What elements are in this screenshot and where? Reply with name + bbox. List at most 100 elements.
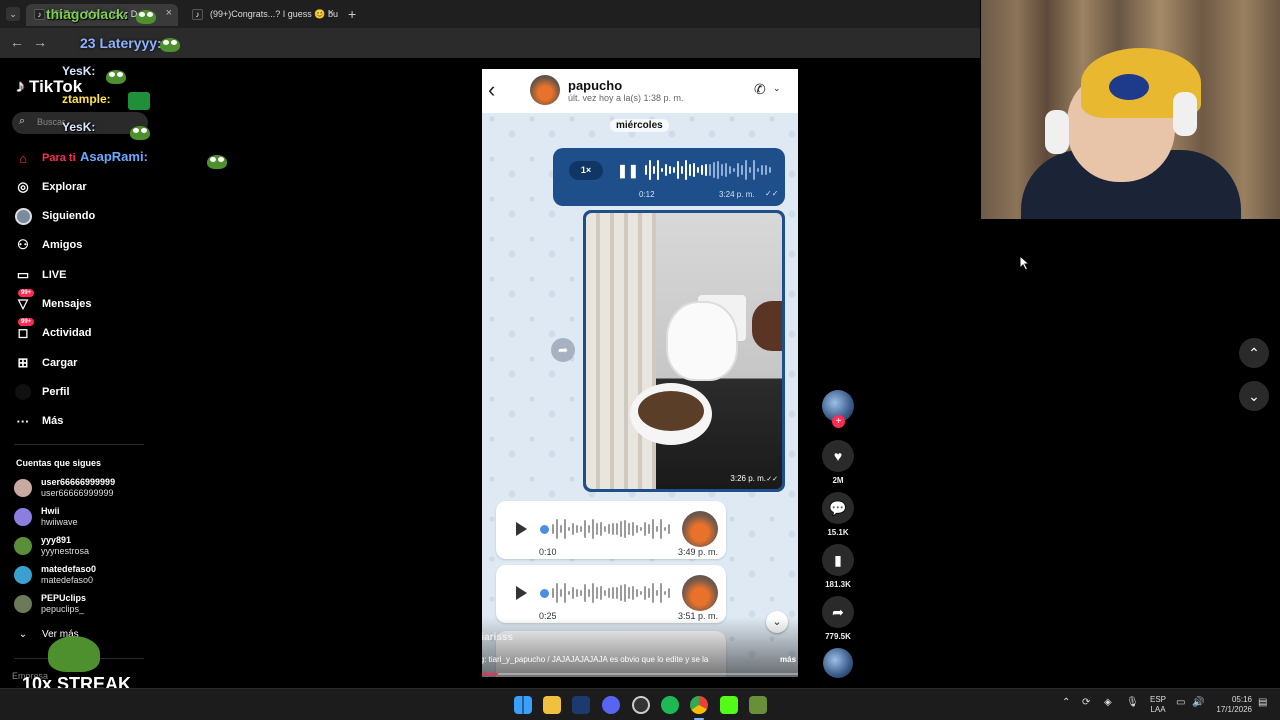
tiktok-tab-icon: ♪ [192,9,203,20]
next-video-button[interactable]: ⌄ [1239,381,1269,411]
comment-button[interactable]: 💬 15.1K [822,492,854,537]
bathroom-photo: 3:26 p. m. ✓✓ [586,213,782,489]
following-account[interactable]: matedefaso0 matedefaso0 [14,562,96,588]
notification-icon[interactable]: ▤ [1258,697,1267,708]
video-progress-bar[interactable] [482,673,798,675]
tab-congrats[interactable]: ♪ (99+)Congrats...? I guess 😊 bu × [184,4,340,26]
following-account[interactable]: Hwii hwiiwave [14,504,78,530]
avatar [14,508,32,526]
new-tab-button[interactable]: + [348,6,356,22]
nav-label: LIVE [42,269,67,281]
waveform-bar [580,590,582,596]
windows-start-icon[interactable] [514,696,532,714]
day-label: miércoles [610,119,669,132]
sidebar-item-live[interactable]: ▭ LIVE [14,265,67,285]
back-chevron-icon[interactable]: ‹ [488,77,495,103]
steam-icon[interactable] [572,696,590,714]
tray-app-icon[interactable]: ◈ [1104,697,1112,708]
sound-disc-button[interactable] [822,648,854,678]
sidebar-item-mensajes[interactable]: ▽ 99+ Mensajes [14,289,92,314]
back-arrow-icon[interactable]: ← [10,34,24,50]
nav-label: Más [42,415,64,427]
kick-icon[interactable] [720,696,738,714]
voice-duration: 0:12 [639,190,655,199]
contact-avatar [530,75,560,105]
minecraft-icon[interactable] [749,696,767,714]
follow-plus-icon[interactable]: + [832,415,845,428]
waveform-bar [572,586,574,600]
mouse-cursor-icon [1019,255,1031,271]
sidebar-item-explorar[interactable]: ◎ Explorar [14,177,87,197]
avatar [14,595,32,613]
close-tab-icon[interactable]: × [328,7,334,19]
waveform-bar [729,165,731,175]
video-player[interactable]: ‹ papucho últ. vez hoy a la(s) 1:38 p. m… [482,69,798,677]
waveform-bar [624,583,626,602]
waveform-bar [608,524,610,534]
sidebar-item-cargar[interactable]: ⊞ Cargar [14,353,78,373]
audio-waveform [552,519,670,539]
account-username: hwiiwave [41,517,78,527]
save-button[interactable]: ▮ 181.3K [822,544,854,589]
spotify-icon[interactable] [661,696,679,714]
sidebar-item-para-ti[interactable]: ⌂ Para ti [14,148,76,168]
waveform-bar [588,589,590,597]
date: 17/1/2026 [1216,705,1252,714]
waveform-bar [568,526,570,532]
chat-username: AsapRami: [80,149,148,164]
notification-badge: 99+ [18,318,35,326]
chat-username: ztample: [62,92,111,106]
creator-avatar-button[interactable]: + [822,390,854,428]
waveform-bar [552,524,554,534]
account-name: matedefaso0 [41,564,97,574]
waveform-bar [620,520,622,538]
following-account[interactable]: PEPUclips pepuclips_ [14,591,86,617]
following-account[interactable]: user66666999999 user66666999999 [14,475,115,501]
chrome-icon[interactable] [690,696,708,714]
file-explorer-icon[interactable] [543,696,561,714]
share-icon: ➦ [822,596,854,628]
waveform-bar [560,588,562,598]
sidebar-item-actividad[interactable]: ◻ 99+ Actividad [14,318,92,343]
tray-overflow-icon[interactable]: ⌃ [1062,697,1070,708]
waveform-bar [741,165,743,175]
waveform-bar [713,161,715,179]
waveform-bar [649,160,651,180]
tray-app-icon[interactable]: ⟳ [1082,697,1090,708]
waveform-bar [668,587,670,599]
tab-list-dropdown[interactable]: ⌄ [6,7,20,21]
like-button[interactable]: ♥ 2M [822,440,854,485]
sidebar-item-perfil[interactable]: Perfil [14,382,70,402]
sidebar-item-mas[interactable]: ··· Más [14,411,64,431]
chevron-down-icon: ⌄ [773,83,781,93]
obs-icon[interactable] [632,696,650,714]
emote-icon [128,92,150,110]
forward-arrow-icon[interactable]: → [33,34,47,50]
activity-icon: ◻ 99+ [14,318,35,342]
account-name: yyy891 [41,535,72,545]
account-name: user66666999999 [41,477,116,487]
clock[interactable]: 05:16 17/1/2026 [1212,695,1252,715]
close-tab-icon[interactable]: × [166,7,172,19]
microphone-icon[interactable]: 🎙 [1126,697,1139,708]
chevron-down-icon: ⌄ [18,628,28,640]
webcam-feed [981,0,1280,219]
following-account[interactable]: yyy891 yyynestrosa [14,533,89,559]
share-button[interactable]: ➦ 779.5K [822,596,854,641]
waveform-bar [761,164,763,176]
previous-video-button[interactable]: ⌃ [1239,338,1269,368]
language-indicator[interactable]: ESP LAA [1150,695,1166,715]
nav-label: Explorar [42,181,87,193]
discord-icon[interactable] [602,696,620,714]
volume-icon[interactable]: 🔊 [1192,697,1204,708]
video-author[interactable]: tiarisss [482,632,513,643]
waveform-bar [721,163,723,177]
waveform-bar [560,524,562,534]
waveform-bar [709,163,711,177]
network-icon[interactable]: ▭ [1176,697,1185,708]
sidebar-item-amigos[interactable]: ⚇ Amigos [14,235,82,255]
waveform-bar [640,526,642,532]
caption-more-link[interactable]: más [780,655,796,664]
sidebar-item-siguiendo[interactable]: Siguiendo [14,206,95,226]
waveform-bar [580,526,582,532]
